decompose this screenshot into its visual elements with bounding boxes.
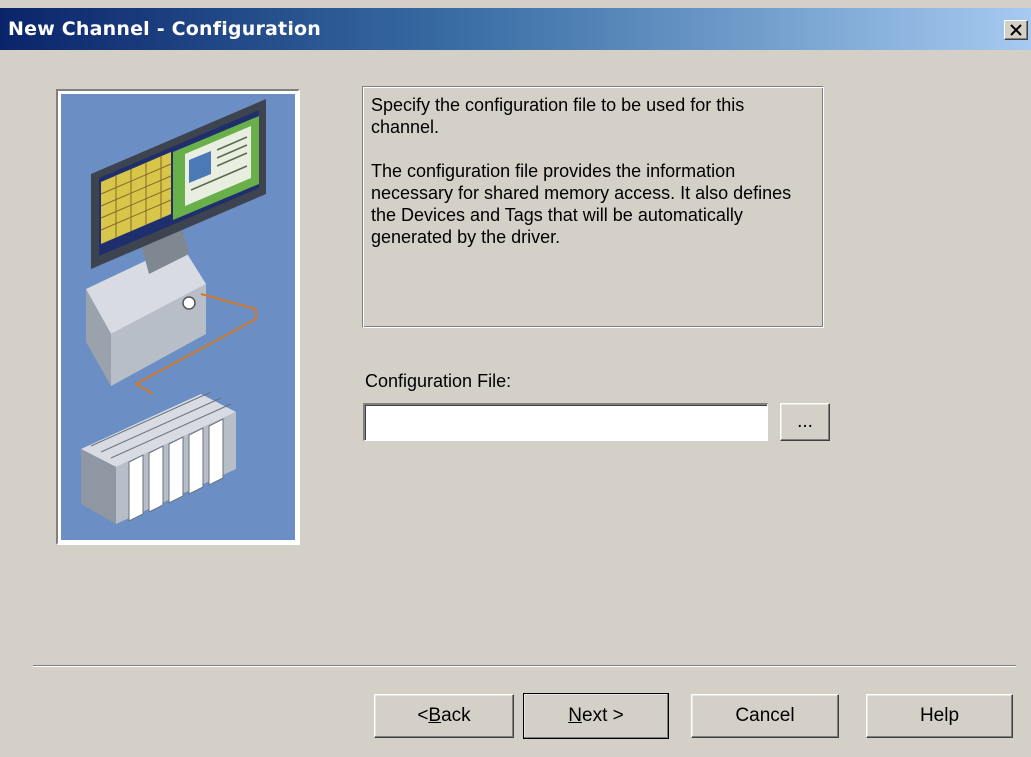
browse-button[interactable]: ... [780, 403, 830, 441]
back-label-rest: ack [441, 705, 471, 726]
back-mnemonic: B [428, 705, 442, 726]
computer-plc-illustration [81, 99, 266, 524]
plc-rack-icon [81, 391, 236, 524]
back-prefix: < [417, 705, 429, 726]
next-mnemonic: N [568, 705, 582, 726]
help-button[interactable]: Help [866, 694, 1013, 738]
cancel-button[interactable]: Cancel [691, 694, 839, 738]
illustration-background [61, 94, 295, 540]
back-button[interactable]: < Back [374, 694, 514, 738]
close-icon [1010, 24, 1022, 36]
description-box: Specify the configuration file to be use… [362, 86, 824, 328]
next-button[interactable]: Next > [523, 693, 669, 739]
configuration-dialog: New Channel - Configuration Specify the … [0, 0, 1031, 757]
configuration-file-label: Configuration File: [365, 371, 512, 391]
title-bar[interactable]: New Channel - Configuration [0, 8, 1031, 50]
configuration-file-input[interactable] [363, 403, 768, 441]
close-button[interactable] [1004, 20, 1028, 40]
separator [33, 665, 1016, 667]
description-paragraph-2: The configuration file provides the info… [371, 161, 792, 247]
next-label-rest: ext > [582, 705, 624, 726]
window-title: New Channel - Configuration [8, 18, 322, 40]
description-paragraph-1: Specify the configuration file to be use… [371, 95, 745, 137]
illustration-frame [56, 89, 300, 545]
